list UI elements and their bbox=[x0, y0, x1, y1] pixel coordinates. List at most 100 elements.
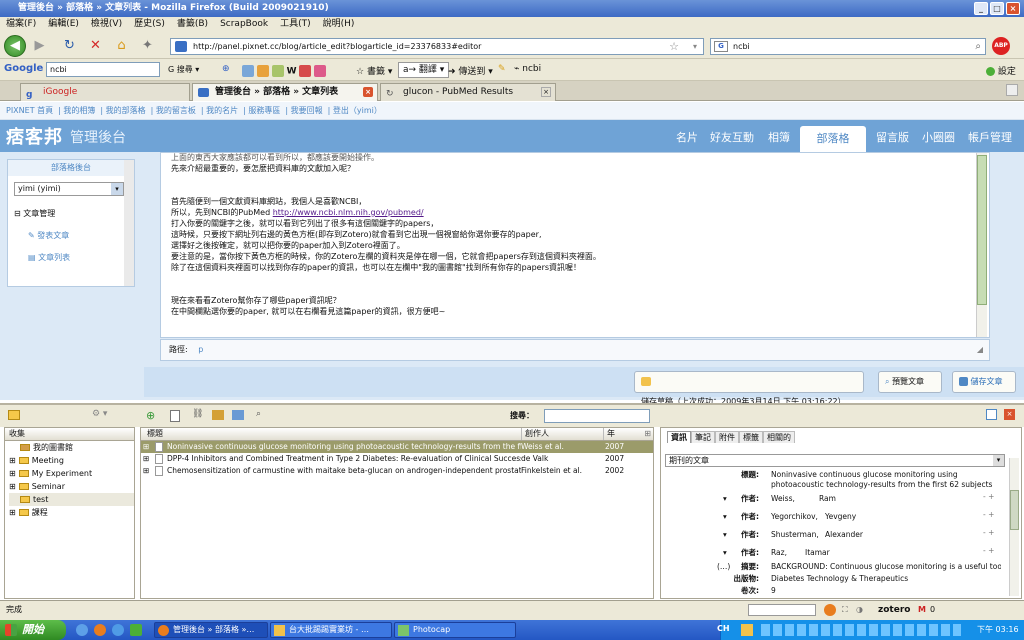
tab-attachments[interactable]: 附件 bbox=[715, 430, 739, 443]
nav-groups[interactable]: 小圈圈 bbox=[922, 129, 955, 145]
link-my-card[interactable]: 我的名片 bbox=[206, 106, 238, 115]
nav-card[interactable]: 名片 bbox=[676, 129, 698, 145]
collection-course[interactable]: ⊞ 課程 bbox=[9, 506, 134, 519]
author-last-name[interactable]: Raz, bbox=[771, 548, 787, 558]
ncbi-term-button[interactable]: ⌁ ncbi bbox=[514, 64, 541, 74]
zotero-status-button[interactable]: zotero bbox=[878, 601, 910, 619]
advanced-search-icon[interactable]: ⌕ bbox=[256, 409, 261, 419]
firefox-quicklaunch-icon[interactable] bbox=[94, 624, 106, 636]
close-window-button[interactable]: × bbox=[1006, 2, 1020, 15]
save-article-button[interactable]: 儲存文章 bbox=[952, 371, 1016, 393]
menu-bookmarks[interactable]: 書籤(B) bbox=[171, 17, 214, 32]
language-indicator[interactable]: CH bbox=[717, 624, 730, 633]
menu-scrapbook[interactable]: ScrapBook bbox=[214, 17, 274, 32]
collection-my-experiment[interactable]: ⊞ My Experiment bbox=[9, 467, 134, 480]
author-first-name[interactable]: Yevgeny bbox=[825, 512, 856, 522]
author-last-name[interactable]: Shusterman, bbox=[771, 530, 819, 540]
path-element-link[interactable]: p bbox=[198, 345, 203, 354]
preview-button[interactable]: ⌕ 預覽文章 bbox=[878, 371, 942, 393]
mail-icon[interactable] bbox=[271, 65, 284, 77]
save-draft-status[interactable]: 儲存草稿（上次成功：2009年3月14日 下午 03:16:22） bbox=[634, 371, 864, 406]
author-last-name[interactable]: Yegorchikov, bbox=[771, 512, 818, 522]
link-my-blog[interactable]: 我的部落格 bbox=[106, 106, 146, 115]
tab-list-icon[interactable] bbox=[1006, 84, 1018, 96]
link-my-guestbook[interactable]: 我的留言板 bbox=[156, 106, 196, 115]
ie-quicklaunch-icon[interactable] bbox=[112, 624, 124, 636]
bookmarks-button[interactable]: ☆ 書籤 ▾ bbox=[356, 64, 392, 77]
menu-help[interactable]: 說明(H) bbox=[317, 17, 361, 32]
menu-view[interactable]: 檢視(V) bbox=[85, 17, 128, 32]
attach-link-icon[interactable]: ⛓ bbox=[192, 409, 203, 419]
status-input[interactable] bbox=[748, 604, 816, 616]
firefox-status-icon[interactable] bbox=[824, 604, 836, 616]
link-report[interactable]: 我要回報 bbox=[291, 106, 323, 115]
taskbar-firefox-window[interactable]: 管理後台 » 部落格 »… bbox=[154, 622, 268, 638]
new-collection-icon[interactable] bbox=[8, 410, 20, 420]
taskbar-photocap-window[interactable]: Photocap bbox=[394, 622, 516, 638]
editor-scrollbar[interactable] bbox=[976, 153, 987, 337]
item-type-select[interactable]: 期刊的文章 ▾ bbox=[665, 454, 1005, 467]
sidebar-item-article-list[interactable]: ▤ 文章列表 bbox=[28, 252, 70, 263]
user-select[interactable]: yimi (yimi) ▾ bbox=[14, 182, 124, 196]
new-item-icon[interactable]: ⊕ bbox=[146, 409, 155, 422]
volume-value[interactable]: 9 bbox=[771, 586, 776, 596]
item-pane-scrollbar-thumb[interactable] bbox=[1010, 490, 1019, 530]
author-add-remove-icon[interactable]: - + bbox=[983, 492, 994, 502]
news-icon[interactable] bbox=[242, 65, 254, 77]
collection-seminar[interactable]: ⊞ Seminar bbox=[9, 480, 134, 493]
sync-icon[interactable]: ◑ bbox=[856, 601, 863, 619]
expand-icon[interactable]: ⊞ bbox=[143, 453, 149, 465]
expand-icon[interactable]: ⊞ bbox=[143, 465, 149, 477]
title-field-value[interactable]: Noninvasive continuous glucose monitorin… bbox=[771, 470, 1001, 490]
collection-test[interactable]: test bbox=[9, 493, 134, 506]
author-add-remove-icon[interactable]: - + bbox=[983, 510, 994, 520]
reload-button[interactable]: ↻ bbox=[60, 36, 79, 55]
zotero-search-input[interactable] bbox=[544, 409, 650, 423]
tray-icons[interactable] bbox=[761, 624, 961, 636]
ime-icon[interactable] bbox=[741, 624, 753, 636]
tab-tags[interactable]: 標籤 bbox=[739, 430, 763, 443]
gmail-icon[interactable] bbox=[314, 65, 327, 77]
article-editor[interactable]: 上面的東西大家應該都可以看到所以，都應該要開始操作。 先來介紹最重要的，要怎麼把… bbox=[160, 152, 990, 338]
nav-guestbook[interactable]: 留言版 bbox=[876, 129, 909, 145]
expand-icon[interactable]: ⊞ bbox=[143, 441, 149, 453]
highlighter-icon[interactable]: ✎ bbox=[498, 64, 506, 74]
maximize-button[interactable]: □ bbox=[990, 2, 1004, 15]
column-creator[interactable]: 創作人 bbox=[521, 428, 549, 440]
menu-edit[interactable]: 編輯(E) bbox=[42, 17, 85, 32]
resize-handle-icon[interactable]: ◢ bbox=[977, 340, 983, 360]
close-tab-icon[interactable]: × bbox=[541, 87, 551, 97]
settings-button[interactable]: 設定 bbox=[986, 64, 1016, 77]
snapshot-icon[interactable] bbox=[212, 410, 224, 420]
taskbar-ptt-window[interactable]: 台大批踢踢實業坊 - … bbox=[270, 622, 392, 638]
author-first-name[interactable]: Alexander bbox=[825, 530, 863, 540]
nav-blog[interactable]: 部落格 bbox=[800, 126, 866, 152]
new-note-icon[interactable] bbox=[170, 410, 180, 422]
close-tab-icon[interactable]: × bbox=[363, 87, 373, 97]
adblock-icon[interactable]: ABP bbox=[992, 37, 1010, 55]
actions-gear-icon[interactable]: ⚙ ▾ bbox=[92, 409, 107, 419]
tab-info[interactable]: 資訊 bbox=[667, 430, 691, 443]
pixnet-logo[interactable]: 痞客邦 bbox=[6, 123, 63, 149]
url-bar[interactable]: http://panel.pixnet.cc/blog/article_edit… bbox=[170, 38, 704, 55]
abstract-value[interactable]: BACKGROUND: Continuous glucose monitorin… bbox=[771, 562, 1001, 572]
back-button[interactable]: ◀ bbox=[4, 35, 26, 57]
dropdown-arrow-icon[interactable]: ▾ bbox=[693, 39, 697, 54]
item-row[interactable]: ⊞ Chemosensitization of carmustine with … bbox=[141, 465, 653, 477]
start-button[interactable]: 開始 bbox=[0, 620, 66, 640]
column-year[interactable]: 年 bbox=[603, 428, 615, 440]
link-logout[interactable]: 登出（yimi） bbox=[333, 106, 382, 115]
tab-admin-article-list[interactable]: 管理後台 » 部落格 » 文章列表 × bbox=[192, 83, 378, 101]
translate-button[interactable]: a→ 翻譯 ▾ bbox=[398, 62, 450, 78]
search-bar[interactable]: G ncbi ⌕ bbox=[710, 38, 986, 55]
minimize-button[interactable]: _ bbox=[974, 2, 988, 15]
stop-button[interactable]: ✕ bbox=[86, 36, 105, 55]
tab-notes[interactable]: 筆記 bbox=[691, 430, 715, 443]
column-title[interactable]: 標題 bbox=[147, 428, 163, 440]
gmail-icon[interactable]: M bbox=[918, 601, 926, 619]
tab-pubmed-results[interactable]: ↻ glucon - PubMed Results × bbox=[380, 83, 556, 101]
link-services[interactable]: 服務專區 bbox=[248, 106, 280, 115]
collection-my-library[interactable]: 我的圖書館 bbox=[9, 441, 134, 454]
menu-history[interactable]: 歷史(S) bbox=[128, 17, 171, 32]
google-toolbar-search-input[interactable]: ncbi bbox=[46, 62, 160, 77]
